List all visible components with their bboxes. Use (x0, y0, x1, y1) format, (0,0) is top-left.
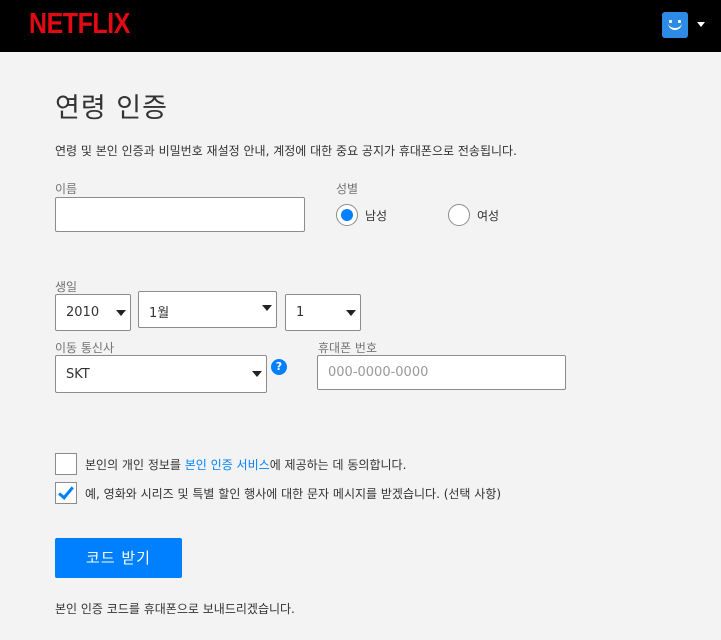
birth-month-select[interactable]: 1월 (138, 291, 277, 328)
birth-year-select[interactable]: 2010 (55, 294, 131, 331)
gender-female-label[interactable]: 여성 (477, 207, 499, 224)
birth-day-select[interactable]: 1 (285, 294, 361, 331)
phone-label: 휴대폰 번호 (318, 341, 378, 355)
gender-label: 성별 (336, 182, 359, 196)
consent-privacy-label: 본인의 개인 정보를 본인 인증 서비스에 제공하는 데 동의합니다. (85, 456, 406, 473)
consent-privacy-prefix: 본인의 개인 정보를 (85, 458, 185, 472)
get-code-button[interactable]: 코드 받기 (55, 538, 182, 578)
consent-privacy-suffix: 에 제공하는 데 동의합니다. (269, 458, 407, 472)
gender-female-radio[interactable] (448, 204, 470, 226)
phone-input[interactable] (317, 355, 566, 390)
gender-male-label[interactable]: 남성 (365, 207, 387, 224)
page-title: 연령 인증 (55, 93, 168, 124)
identity-service-link[interactable]: 본인 인증 서비스 (185, 458, 270, 472)
birthday-label: 생일 (55, 280, 78, 294)
consent-privacy-checkbox[interactable] (55, 453, 77, 475)
top-bar: NETFLIX (0, 0, 721, 52)
radio-selected-dot (341, 209, 353, 221)
birth-day-value: 1 (296, 305, 305, 320)
chevron-down-icon (262, 305, 272, 311)
chevron-down-icon (252, 371, 262, 377)
caret-down-icon[interactable] (697, 22, 705, 27)
page-description: 연령 및 본인 인증과 비밀번호 재설정 안내, 계정에 대한 중요 공지가 휴… (55, 144, 517, 158)
chevron-down-icon (346, 310, 356, 316)
consent-sms-checkbox[interactable] (55, 482, 77, 504)
name-label: 이름 (55, 182, 78, 196)
name-input[interactable] (55, 197, 305, 232)
carrier-label: 이동 통신사 (55, 341, 115, 355)
birth-year-value: 2010 (66, 305, 100, 320)
consent-sms-label: 예, 영화와 시리즈 및 특별 할인 행사에 대한 문자 메시지를 받겠습니다.… (85, 487, 502, 501)
gender-male-radio[interactable] (336, 204, 358, 226)
carrier-select[interactable]: SKT (55, 355, 267, 393)
chevron-down-icon (116, 310, 126, 316)
avatar-smile (668, 23, 682, 30)
checkmark-icon (58, 483, 74, 500)
carrier-value: SKT (66, 367, 90, 382)
birth-month-value: 1월 (149, 306, 170, 321)
footer-note: 본인 인증 코드를 휴대폰으로 보내드리겠습니다. (55, 602, 295, 616)
profile-avatar-icon[interactable] (662, 12, 688, 38)
netflix-logo[interactable]: NETFLIX (29, 8, 130, 41)
help-icon[interactable]: ? (271, 359, 287, 375)
